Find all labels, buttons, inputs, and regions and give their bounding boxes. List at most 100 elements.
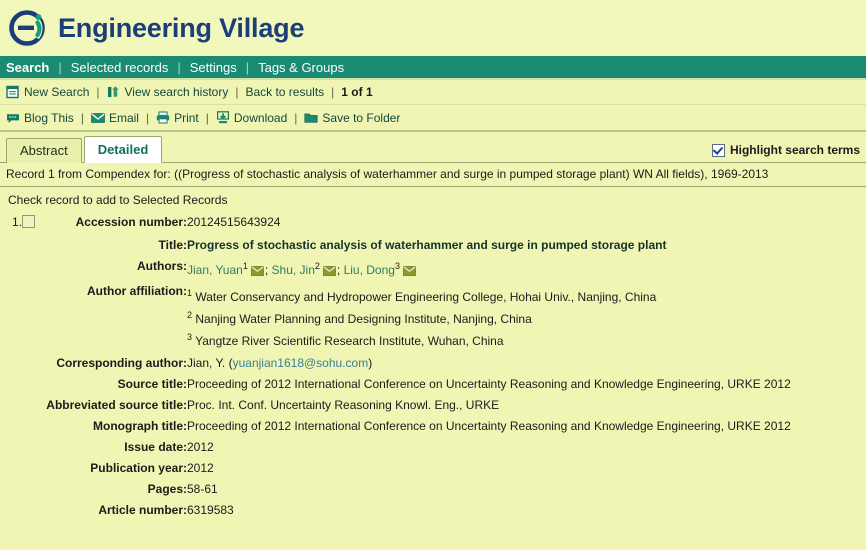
corresponding-author-email-link[interactable]: yuanjian1618@sohu.com [233, 356, 369, 370]
spacer-cell [22, 374, 42, 395]
affiliation-line-1: 1 Water Conservancy and Hydropower Engin… [187, 284, 866, 306]
corresponding-author-name: Jian, Y. ( [187, 356, 233, 370]
action-separator: | [331, 85, 335, 99]
field-label-accession: Accession number: [75, 215, 187, 229]
nav-item-selected-records[interactable]: Selected records [71, 60, 178, 75]
tool-separator: | [80, 110, 84, 125]
spacer-cell [22, 458, 42, 479]
new-search-link[interactable]: New Search [24, 85, 89, 99]
field-value-title: Progress of stochastic analysis of water… [187, 238, 667, 252]
field-label-affiliation: Author affiliation: [87, 284, 187, 298]
brand-header: Engineering Village [0, 0, 866, 56]
engineering-village-record-page: Engineering Village Search | Selected re… [0, 0, 866, 550]
affiliation-line-2: 2 Nanjing Water Planning and Designing I… [187, 306, 866, 328]
view-search-history-link[interactable]: View search history [125, 85, 229, 99]
field-value-issue-date: 2012 [187, 440, 214, 454]
email-action[interactable]: Email [91, 111, 139, 125]
blog-this-action[interactable]: Blog This [6, 111, 74, 125]
tab-detailed[interactable]: Detailed [83, 136, 163, 163]
record-number: 1. [11, 215, 22, 229]
nav-item-tags-groups[interactable]: Tags & Groups [258, 60, 353, 75]
author-link-1[interactable]: Jian, Yuan [187, 263, 243, 277]
new-search-icon [6, 85, 20, 99]
field-value-publication-year: 2012 [187, 461, 214, 475]
author-link-3[interactable]: Liu, Dong [344, 263, 395, 277]
tool-separator: | [145, 110, 150, 125]
table-row-monograph-title: Monograph title: Proceeding of 2012 Inte… [0, 416, 866, 437]
author-email-icon[interactable] [322, 265, 336, 276]
spacer-cell [22, 479, 42, 500]
print-action[interactable]: Print [156, 111, 199, 125]
spacer-cell [22, 500, 42, 521]
spacer-cell [0, 395, 22, 416]
field-label-monograph-title: Monograph title: [93, 419, 187, 433]
author-email-icon[interactable] [403, 265, 416, 276]
tool-separator: | [294, 110, 298, 125]
affiliation-marker: 2 [187, 310, 193, 320]
spacer-cell [22, 437, 42, 458]
download-action[interactable]: Download [216, 111, 287, 125]
highlight-search-terms-control[interactable]: Highlight search terms [711, 143, 860, 157]
download-link[interactable]: Download [234, 111, 287, 125]
author-separator: ; [264, 263, 272, 277]
back-to-results-action[interactable]: Back to results [245, 85, 324, 99]
spacer-cell [0, 437, 22, 458]
spacer-cell [22, 416, 42, 437]
field-label-authors: Authors: [137, 259, 187, 273]
author-email-icon[interactable] [250, 265, 264, 276]
field-label-issue-date: Issue date: [124, 440, 187, 454]
download-icon [216, 111, 230, 124]
nav-item-search[interactable]: Search [6, 60, 58, 75]
record-detail-table: 1. Accession number: 20124515643924 Titl… [0, 212, 866, 521]
field-label-publication-year: Publication year: [90, 461, 187, 475]
table-row-title: Title: Progress of stochastic analysis o… [0, 235, 866, 256]
spacer-cell [0, 353, 22, 374]
spacer-cell [0, 479, 22, 500]
author-link-2[interactable]: Shu, Jin [272, 263, 315, 277]
field-label-article-number: Article number: [98, 503, 187, 517]
email-link[interactable]: Email [109, 111, 139, 125]
table-row-publication-year: Publication year: 2012 [0, 458, 866, 479]
print-icon [156, 111, 170, 124]
blog-this-link[interactable]: Blog This [24, 111, 74, 125]
view-search-history-action[interactable]: View search history [107, 85, 229, 99]
corresponding-author-close-paren: ) [368, 356, 373, 370]
action-separator: | [96, 85, 100, 99]
author-affil-marker: 3 [394, 261, 400, 271]
field-value-source-title: Proceeding of 2012 International Confere… [187, 377, 791, 391]
save-to-folder-action[interactable]: Save to Folder [304, 111, 400, 125]
tool-bar: Blog This | Email | Print | Download | S… [0, 105, 866, 132]
field-value-abbreviated-source-title: Proc. Int. Conf. Uncertainty Reasoning K… [187, 398, 500, 412]
table-row-abbreviated-source-title: Abbreviated source title: Proc. Int. Con… [0, 395, 866, 416]
affiliation-text: Nanjing Water Planning and Designing Ins… [195, 312, 532, 326]
action-bar: New Search | View search history | Back … [0, 80, 866, 105]
spacer-cell [22, 353, 42, 374]
print-link[interactable]: Print [174, 111, 199, 125]
spacer-cell [22, 235, 42, 256]
page-indicator: 1 of 1 [341, 85, 373, 99]
field-label-source-title: Source title: [117, 377, 187, 391]
action-separator: | [235, 85, 239, 99]
email-icon [91, 112, 105, 124]
check-record-note: Check record to add to Selected Records [8, 193, 228, 207]
author-separator: ; [336, 263, 344, 277]
field-label-abbreviated-source-title: Abbreviated source title: [46, 398, 187, 412]
record-select-checkbox[interactable] [22, 215, 35, 228]
field-value-article-number: 6319583 [187, 503, 234, 517]
back-to-results-link[interactable]: Back to results [245, 85, 324, 99]
spacer-cell [0, 500, 22, 521]
nav-separator: | [177, 59, 181, 75]
nav-item-settings[interactable]: Settings [190, 60, 246, 75]
nav-separator: | [245, 59, 250, 75]
affiliation-text: Water Conservancy and Hydropower Enginee… [195, 290, 657, 304]
new-search-action[interactable]: New Search [6, 85, 89, 99]
affiliation-marker: 1 [187, 288, 193, 298]
table-row-article-number: Article number: 6319583 [0, 500, 866, 521]
record-checkbox-cell[interactable] [22, 212, 42, 235]
field-label-title: Title: [158, 238, 187, 252]
field-value-affiliation: 1 Water Conservancy and Hydropower Engin… [187, 281, 866, 353]
tab-abstract[interactable]: Abstract [6, 138, 82, 163]
affiliation-line-3: 3 Yangtze River Scientific Research Inst… [187, 328, 866, 350]
save-to-folder-link[interactable]: Save to Folder [322, 111, 400, 125]
highlight-search-terms-checkbox[interactable] [711, 143, 725, 157]
